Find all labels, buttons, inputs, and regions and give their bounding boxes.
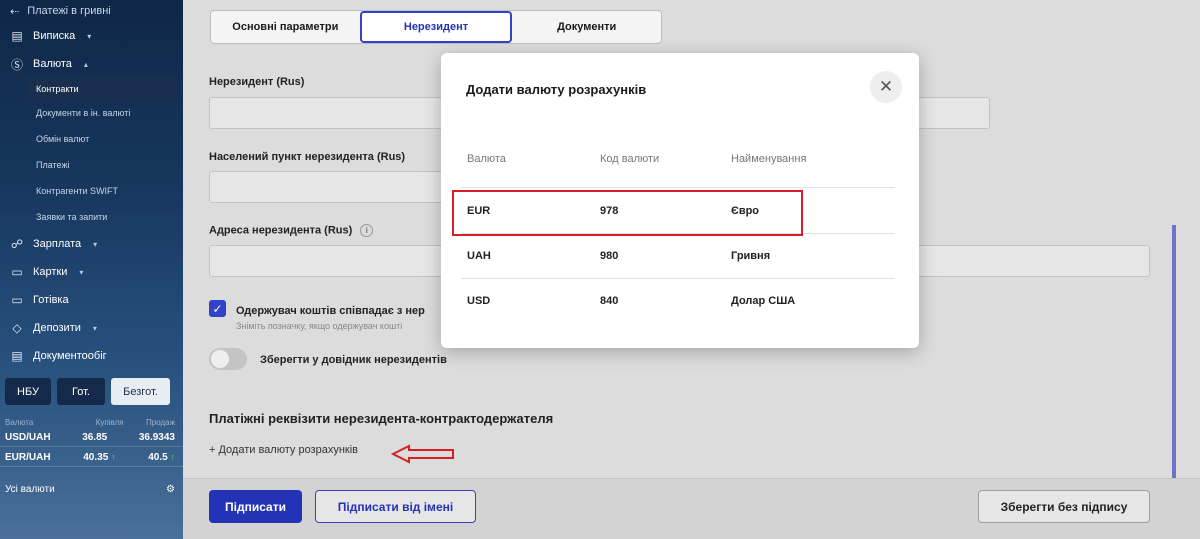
sign-button[interactable]: Підписати	[209, 490, 302, 523]
chevron-down-icon: ▾	[87, 31, 92, 41]
rate-tab-cash[interactable]: Гот.	[57, 378, 105, 405]
sidebar-item-cash[interactable]: ▭ Готівка	[0, 286, 183, 314]
highlight-box	[452, 190, 803, 236]
nonresident-label: Нерезидент (Rus)	[209, 76, 305, 88]
save-unsigned-button[interactable]: Зберегти без підпису	[978, 490, 1150, 523]
sidebar-item-currency[interactable]: Ⓢ Валюта ▴	[0, 50, 183, 78]
cell-code: 840	[600, 295, 619, 307]
rate-tabs: НБУ Гот. Безгот.	[5, 378, 170, 405]
section-title: Платіжні реквізити нерезидента-контракто…	[209, 411, 554, 426]
rate-row-usd: USD/UAH 36.85 36.9343	[0, 427, 183, 447]
column-header-currency: Валюта	[467, 153, 506, 165]
sidebar-item-statement[interactable]: ▤ Виписка ▾	[0, 22, 183, 50]
statement-icon: ▤	[11, 29, 23, 43]
city-label: Населений пункт нерезидента (Rus)	[209, 151, 406, 163]
column-header-name: Найменування	[731, 153, 807, 165]
sidebar-subitem-contracts[interactable]: Контракти	[26, 78, 177, 100]
sidebar-item-deposits[interactable]: ◇ Депозити ▾	[0, 314, 183, 342]
rate-row-eur: EUR/UAH 40.35 ↑ 40.5 ↑	[0, 447, 183, 467]
toggle-label: Зберегти у довідник нерезидентів	[260, 354, 447, 366]
checkbox-label: Одержувач коштів співпадає з нер	[236, 305, 425, 317]
sidebar: ⇠ Платежі в гривні ▤ Виписка ▾ Ⓢ Валюта ▴ …	[0, 0, 183, 539]
address-label-row: Адреса нерезидента (Rus) i	[209, 224, 374, 237]
document-icon: ▤	[11, 349, 23, 363]
arrow-up-icon: ↑	[170, 451, 176, 462]
sidebar-item-documents[interactable]: ▤ Документообіг	[0, 342, 183, 370]
wallet-icon: ▭	[11, 293, 23, 307]
divider	[461, 278, 895, 279]
add-currency-link[interactable]: + Додати валюту розрахунків	[209, 444, 358, 456]
scrollbar[interactable]	[1172, 225, 1176, 485]
tab-bar: Основні параметри Нерезидент Документи	[210, 10, 662, 44]
sidebar-subitem-payments[interactable]: Платежі	[0, 152, 183, 178]
close-icon[interactable]: ✕	[870, 71, 902, 103]
chevron-down-icon: ▾	[79, 267, 84, 277]
cell-currency: UAH	[467, 250, 491, 262]
recipient-checkbox[interactable]: ✓	[209, 300, 226, 317]
all-currencies-link[interactable]: Усі валюти ⚙	[5, 484, 175, 495]
sidebar-subitem-requests[interactable]: Заявки та запити	[0, 204, 183, 230]
chevron-down-icon: ▾	[92, 323, 97, 333]
save-to-directory-toggle[interactable]	[209, 348, 247, 370]
cell-name: Гривня	[731, 250, 771, 262]
people-icon: ☍	[10, 237, 24, 251]
checkbox-hint: Зніміть позначку, якщо одержувач кошті	[236, 321, 403, 331]
tab-nonresident[interactable]: Нерезидент	[359, 11, 513, 43]
sidebar-item-uah-payments[interactable]: ⇠ Платежі в гривні	[0, 0, 183, 22]
sign-on-behalf-button[interactable]: Підписати від імені	[315, 490, 476, 523]
cell-name: Долар США	[731, 295, 796, 307]
column-header-code: Код валюти	[600, 153, 660, 165]
rate-tab-nbu[interactable]: НБУ	[5, 378, 51, 405]
rates-header: Валюта Купівля Продаж	[5, 418, 175, 427]
info-icon[interactable]: i	[360, 224, 374, 237]
chevron-down-icon: ▾	[93, 239, 98, 249]
tab-documents[interactable]: Документи	[512, 11, 661, 43]
divider	[461, 187, 895, 188]
address-label: Адреса нерезидента (Rus)	[209, 224, 353, 237]
back-arrow-icon: ⇠	[10, 5, 20, 18]
rates-table: Валюта Купівля Продаж USD/UAH 36.85 36.9…	[0, 418, 183, 467]
tab-main-params[interactable]: Основні параметри	[211, 11, 360, 43]
red-arrow-icon	[391, 444, 454, 464]
sidebar-subitem-swift[interactable]: Контрагенти SWIFT	[0, 178, 183, 204]
chevron-up-icon: ▴	[83, 59, 88, 69]
add-currency-modal: Додати валюту розрахунків ✕ Валюта Код в…	[441, 53, 919, 348]
gear-icon[interactable]: ⚙	[166, 484, 175, 495]
arrow-up-icon: ↑	[111, 451, 116, 462]
cell-code: 980	[600, 250, 619, 262]
sidebar-subitem-exchange[interactable]: Обмін валют	[0, 126, 183, 152]
cell-currency: USD	[467, 295, 491, 307]
deposit-icon: ◇	[12, 321, 22, 335]
sidebar-item-salary[interactable]: ☍ Зарплата ▾	[0, 230, 183, 258]
sidebar-item-cards[interactable]: ▭ Картки ▾	[0, 258, 183, 286]
dollar-circle-icon: Ⓢ	[10, 57, 23, 72]
rate-tab-noncash[interactable]: Безгот.	[111, 378, 170, 405]
modal-title: Додати валюту розрахунків	[466, 82, 647, 97]
card-icon: ▭	[11, 265, 23, 279]
sidebar-subitem-fx-documents[interactable]: Документи в ін. валюті	[0, 100, 183, 126]
